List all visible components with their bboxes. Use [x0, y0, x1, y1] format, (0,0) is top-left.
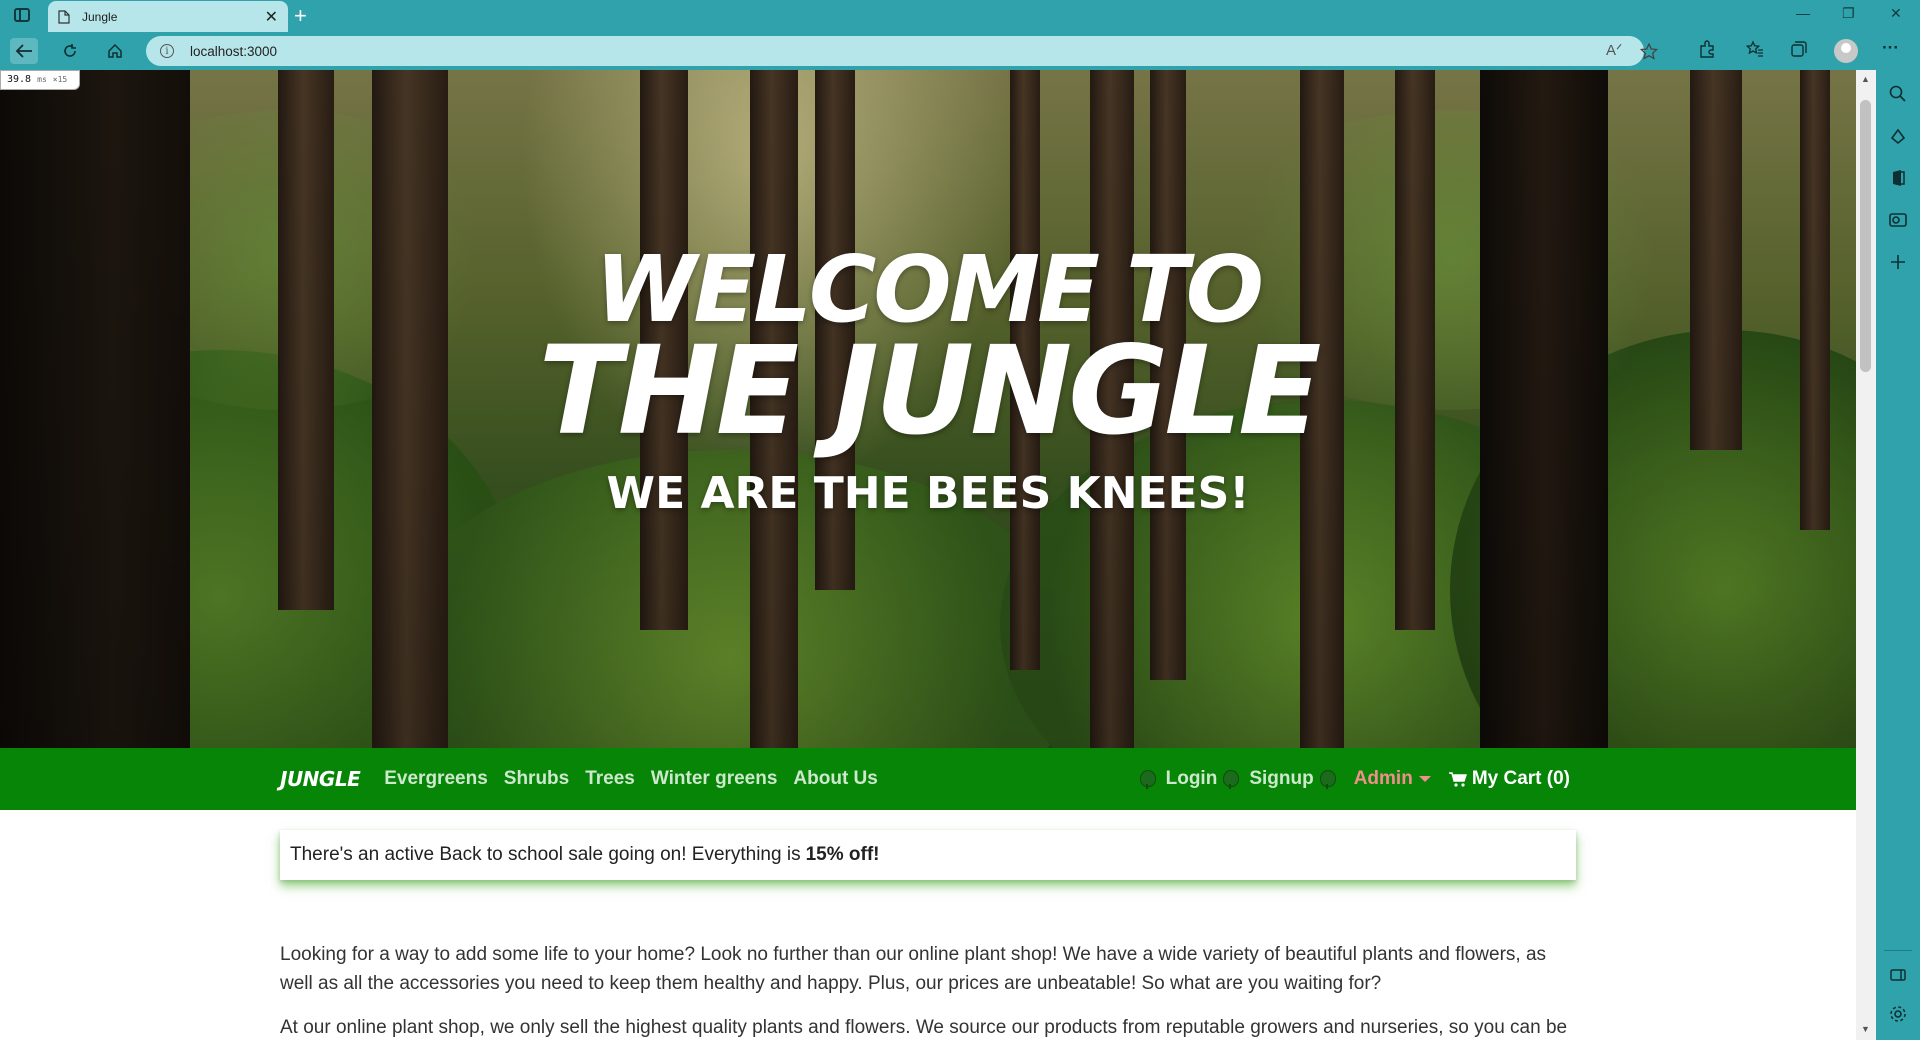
cart-label: My Cart (0)	[1471, 768, 1570, 789]
profile-avatar[interactable]	[1834, 39, 1858, 63]
nav-link-shrubs[interactable]: Shrubs	[504, 768, 569, 790]
search-icon[interactable]	[1888, 84, 1908, 104]
browser-tab[interactable]: Jungle ✕	[48, 1, 288, 32]
favorite-star-icon[interactable]	[1640, 43, 1658, 60]
tab-actions-icon[interactable]	[14, 8, 30, 22]
sale-text: There's an active Back to school sale go…	[290, 844, 801, 865]
site-navbar: JUNGLE Evergreens Shrubs Trees Winter gr…	[0, 748, 1856, 810]
add-icon[interactable]	[1888, 252, 1908, 272]
back-button[interactable]	[10, 38, 38, 64]
browser-toolbar: i localhost:3000 Aᐟ ···	[0, 32, 1920, 70]
settings-gear-icon[interactable]	[1888, 1004, 1908, 1024]
address-bar[interactable]: i localhost:3000 Aᐟ	[146, 36, 1658, 66]
hide-sidebar-icon[interactable]	[1888, 965, 1908, 985]
tree-icon	[1139, 769, 1156, 789]
nav-link-trees[interactable]: Trees	[585, 768, 635, 790]
refresh-icon	[64, 44, 76, 57]
nav-link-about-us[interactable]: About Us	[793, 768, 877, 790]
outlook-icon[interactable]	[1888, 210, 1908, 230]
nav-link-winter-greens[interactable]: Winter greens	[651, 768, 778, 790]
sidebar-divider	[1884, 950, 1912, 951]
brand-logo[interactable]: JUNGLE	[280, 767, 361, 791]
intro-paragraph-2: At our online plant shop, we only sell t…	[280, 1017, 1568, 1038]
tab-title: Jungle	[82, 9, 118, 24]
perf-time: 39.8	[7, 74, 32, 85]
hero-title-line2: THE JUNGLE	[538, 320, 1322, 462]
home-icon	[108, 43, 122, 58]
tree-icon	[1223, 769, 1240, 789]
page-viewport: 39.8 ms ×15 WELCOME TO THE JUNGLE WE ARE	[0, 70, 1856, 1040]
my-cart-link[interactable]: My Cart (0)	[1448, 768, 1570, 790]
home-button[interactable]	[101, 38, 129, 64]
perf-unit: ms	[37, 75, 47, 84]
navbar-inner: JUNGLE Evergreens Shrubs Trees Winter gr…	[280, 748, 1570, 810]
minimize-button[interactable]: —	[1796, 5, 1810, 21]
page-scrollbar[interactable]: ▲ ▼	[1856, 70, 1876, 1040]
site-info-icon[interactable]: i	[160, 44, 174, 58]
login-link[interactable]: Login	[1166, 768, 1218, 790]
url-text: localhost:3000	[190, 43, 278, 59]
navbar-right: Login Signup Admin My Cart (0)	[1134, 748, 1570, 810]
more-menu-icon[interactable]: ···	[1882, 38, 1899, 58]
sale-discount: 15% off!	[805, 844, 880, 865]
page-icon	[58, 9, 70, 24]
scroll-up-icon[interactable]: ▲	[1861, 74, 1870, 84]
back-arrow-icon	[15, 44, 32, 58]
perf-extra: ×15	[52, 75, 68, 84]
nav-link-evergreens[interactable]: Evergreens	[384, 768, 488, 790]
tree-icon	[1319, 769, 1336, 789]
shopping-cart-icon	[1448, 771, 1467, 787]
close-tab-icon[interactable]: ✕	[265, 7, 278, 27]
collections-icon[interactable]	[1790, 40, 1808, 58]
perf-badge: 39.8 ms ×15	[0, 70, 80, 90]
intro-paragraph-1: Looking for a way to add some life to yo…	[280, 944, 1547, 994]
copilot-icon[interactable]	[1888, 126, 1908, 146]
signup-link[interactable]: Signup	[1249, 768, 1313, 790]
tab-bar: Jungle ✕ + — ❐ ✕	[0, 0, 1920, 32]
caret-down-icon	[1418, 775, 1431, 782]
favorites-icon[interactable]	[1746, 40, 1764, 58]
sale-banner: There's an active Back to school sale go…	[280, 830, 1576, 880]
admin-label: Admin	[1353, 768, 1413, 789]
new-tab-button[interactable]: +	[294, 3, 307, 29]
browser-sidebar	[1876, 70, 1920, 1040]
office-icon[interactable]	[1888, 168, 1908, 188]
hero-forest-image: WELCOME TO THE JUNGLE WE ARE THE BEES KN…	[0, 70, 1856, 748]
close-window-button[interactable]: ✕	[1890, 5, 1902, 22]
read-aloud-icon[interactable]: Aᐟ	[1606, 41, 1622, 59]
intro-text: Looking for a way to add some life to yo…	[280, 940, 1580, 1040]
restore-button[interactable]: ❐	[1842, 5, 1855, 22]
refresh-button[interactable]	[56, 38, 84, 64]
scroll-down-icon[interactable]: ▼	[1861, 1024, 1870, 1034]
hero-tagline: WE ARE THE BEES KNEES!	[606, 468, 1250, 519]
extensions-icon[interactable]	[1698, 40, 1716, 58]
admin-dropdown[interactable]: Admin	[1354, 768, 1431, 790]
scrollbar-thumb[interactable]	[1860, 100, 1871, 372]
